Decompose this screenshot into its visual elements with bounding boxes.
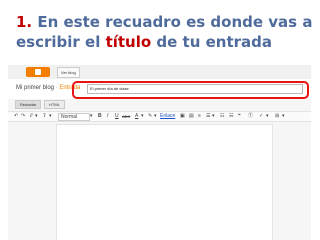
italic-button[interactable]: I (107, 113, 108, 120)
video-icon[interactable]: ▤ (189, 113, 194, 120)
chevron-down-icon[interactable]: ▾ (49, 113, 52, 120)
view-blog-button[interactable]: Ver blog (57, 67, 80, 78)
highlight-color-icon[interactable]: ✎ (148, 113, 152, 120)
chevron-down-icon[interactable]: ▾ (266, 113, 269, 120)
underline-button[interactable]: U (115, 113, 119, 120)
undo-icon[interactable]: ↶ (14, 113, 18, 120)
spellcheck-icon[interactable]: ✓ (259, 113, 263, 120)
tab-html[interactable]: HTML (44, 100, 65, 109)
clear-formatting-icon[interactable]: Ⓣ (248, 113, 253, 120)
heading-highlight: título (105, 33, 152, 51)
formatting-toolbar: ↶ ↷ F ▾ T ▾ Normal ▾ B I U ABC A ▾ ✎ ▾ E… (8, 111, 311, 122)
format-select[interactable]: Normal (58, 113, 90, 121)
title-highlight-outline (72, 81, 309, 99)
chevron-down-icon[interactable]: ▾ (154, 113, 157, 120)
chevron-down-icon[interactable]: ▾ (282, 113, 285, 120)
redo-icon[interactable]: ↷ (21, 113, 25, 120)
font-size-button[interactable]: T (43, 113, 46, 120)
quote-icon[interactable]: ❝ (238, 113, 241, 120)
post-body-editor[interactable] (56, 124, 273, 240)
jump-break-icon[interactable]: ≡ (198, 113, 201, 120)
align-icon[interactable]: ☰ (206, 113, 210, 120)
chevron-down-icon[interactable]: ▾ (35, 113, 38, 120)
image-icon[interactable]: ▣ (180, 113, 185, 120)
tab-compose[interactable]: Redactar (15, 100, 42, 109)
bold-button[interactable]: B (98, 113, 102, 120)
step-number: 1. (16, 13, 33, 31)
text-color-icon[interactable]: A (135, 113, 138, 120)
chevron-down-icon[interactable]: ▾ (212, 113, 215, 120)
editor-mode-tabs: Redactar HTML (8, 99, 311, 109)
bulleted-list-icon[interactable]: ☵ (229, 113, 233, 120)
slide-heading: 1. En este recuadro es donde vas a escri… (16, 12, 316, 52)
blog-breadcrumb: Mi primer blog · Entrada (16, 85, 80, 91)
link-button[interactable]: Enlace (160, 113, 175, 120)
numbered-list-icon[interactable]: ☷ (220, 113, 224, 120)
chevron-down-icon[interactable]: ▾ (90, 113, 93, 120)
heading-text-after: de tu entrada (151, 33, 273, 51)
input-tools-icon[interactable]: ⊞ (275, 113, 279, 120)
top-bar: Ver blog (8, 65, 311, 80)
blog-name: Mi primer blog (16, 85, 55, 91)
blogger-logo-icon[interactable] (26, 67, 50, 77)
strikethrough-button[interactable]: ABC (122, 113, 130, 120)
chevron-down-icon[interactable]: ▾ (141, 113, 144, 120)
blogger-editor-screenshot: Ver blog Mi primer blog · Entrada El pri… (8, 65, 311, 240)
font-family-button[interactable]: F (30, 113, 33, 120)
